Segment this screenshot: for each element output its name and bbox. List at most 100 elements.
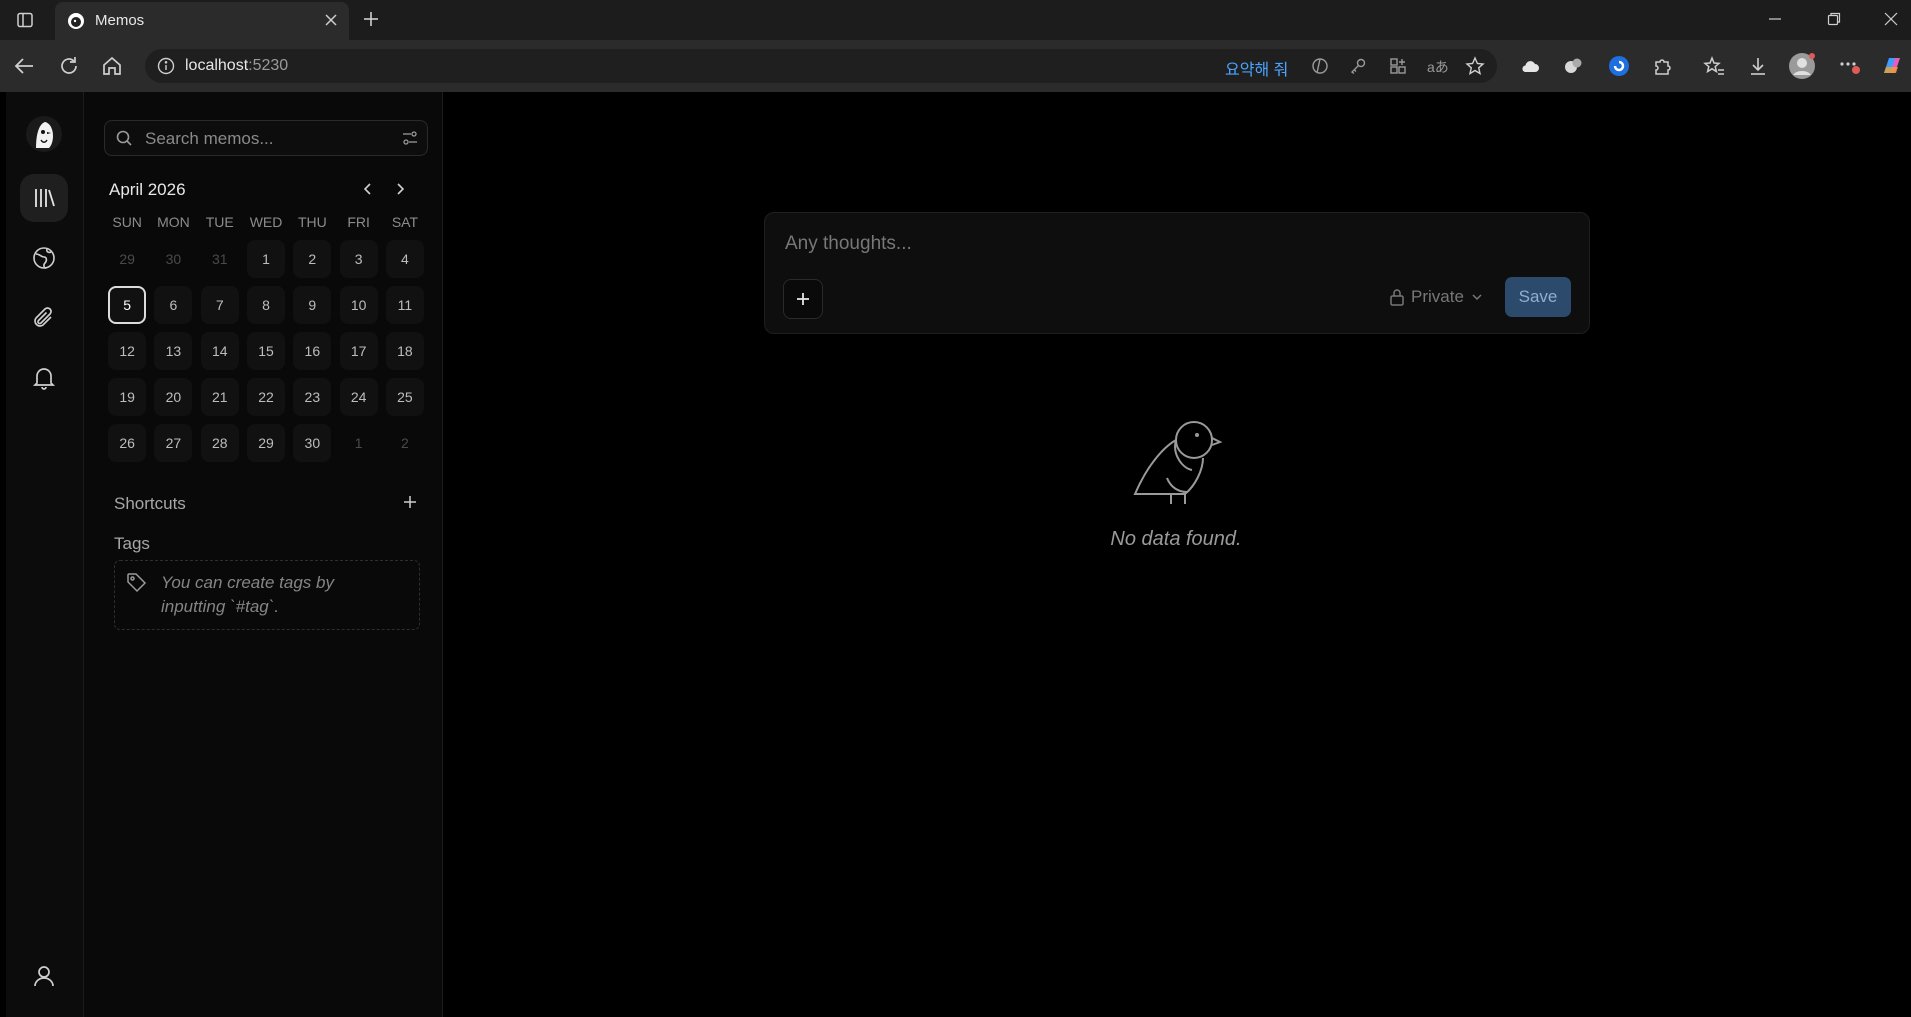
calendar-day[interactable]: 4 [382, 236, 428, 282]
calendar-day-number: 27 [154, 424, 193, 462]
calendar-week-row: 29 30 31 1 2 3 4 [104, 236, 428, 282]
downloads-icon[interactable] [1747, 55, 1769, 77]
nav-resources[interactable] [20, 294, 68, 342]
tags-heading: Tags [114, 534, 150, 553]
new-tab-icon[interactable] [362, 10, 380, 28]
url-text[interactable]: localhost:5230 [185, 57, 288, 75]
profile-avatar-icon[interactable] [1788, 52, 1816, 80]
browser-tab-bar: Memos [0, 0, 1911, 40]
calendar-week-row: 12 13 14 15 16 17 18 [104, 328, 428, 374]
calendar-day[interactable]: 20 [150, 374, 196, 420]
apps-icon[interactable] [1389, 57, 1407, 75]
calendar-day-number: 29 [119, 251, 135, 267]
nav-notifications[interactable] [20, 354, 68, 402]
search-input[interactable]: Search memos... [104, 120, 428, 156]
calendar-day[interactable]: 14 [197, 328, 243, 374]
cloud-icon[interactable] [1520, 57, 1540, 75]
calendar-day: 29 [104, 236, 150, 282]
save-button[interactable]: Save [1505, 277, 1571, 317]
calendar-day-number: 20 [154, 378, 193, 416]
calendar-day-number: 8 [247, 286, 286, 324]
calendar-day[interactable]: 23 [289, 374, 335, 420]
calendar-day[interactable]: 28 [197, 420, 243, 466]
calendar-day-number: 4 [385, 240, 424, 278]
summarize-button[interactable]: 요약해 줘 [1225, 56, 1288, 80]
favorites-icon[interactable] [1703, 55, 1725, 77]
nav-explore[interactable] [20, 234, 68, 282]
calendar-day[interactable]: 1 [243, 236, 289, 282]
translate-icon[interactable]: aあ [1427, 57, 1449, 77]
search-icon [115, 129, 133, 147]
home-icon[interactable] [101, 55, 123, 77]
calendar-day[interactable]: 19 [104, 374, 150, 420]
prev-month-icon[interactable] [360, 180, 376, 198]
calendar-day[interactable]: 5 [104, 282, 150, 328]
performance-icon[interactable] [1311, 57, 1329, 75]
refresh-icon[interactable] [58, 55, 80, 77]
calendar-day-number: 18 [385, 332, 424, 370]
calendar-day[interactable]: 8 [243, 282, 289, 328]
calendar-day-number: 19 [108, 378, 147, 416]
calendar-day[interactable]: 10 [335, 282, 381, 328]
nav-home-memos[interactable] [20, 174, 68, 222]
key-icon[interactable] [1349, 57, 1367, 75]
add-attachment-button[interactable] [783, 279, 823, 319]
calendar-weekday-header: SUN MON TUE WED THU FRI SAT [104, 214, 428, 236]
filter-options-icon[interactable] [401, 130, 419, 146]
memos-logo-icon[interactable] [24, 112, 64, 156]
calendar-day[interactable]: 15 [243, 328, 289, 374]
nav-user-profile[interactable] [20, 952, 68, 1000]
memo-editor: Any thoughts... Private Save [764, 212, 1590, 334]
calendar-day[interactable]: 17 [335, 328, 381, 374]
calendar-day[interactable]: 13 [150, 328, 196, 374]
calendar-day[interactable]: 12 [104, 328, 150, 374]
calendar-day[interactable]: 16 [289, 328, 335, 374]
edge-extension-icon[interactable] [1608, 55, 1630, 77]
user-icon [31, 963, 57, 989]
calendar-day[interactable]: 9 [289, 282, 335, 328]
calendar-day[interactable]: 2 [289, 236, 335, 282]
calendar-day[interactable]: 3 [335, 236, 381, 282]
calendar-day[interactable]: 18 [382, 328, 428, 374]
calendar-week-row: 5 6 7 8 9 10 11 [104, 282, 428, 328]
close-tab-icon[interactable] [323, 12, 339, 28]
calendar-day[interactable]: 21 [197, 374, 243, 420]
next-month-icon[interactable] [392, 180, 408, 198]
calendar-day[interactable]: 6 [150, 282, 196, 328]
address-bar[interactable]: localhost:5230 요약해 줘 aあ [145, 49, 1497, 83]
copilot-icon[interactable] [1880, 55, 1904, 77]
chevron-down-icon [1470, 290, 1484, 304]
sidebar: Search memos... April 2026 SUN MON TUE W… [84, 92, 443, 1017]
browser-tab[interactable]: Memos [55, 2, 349, 40]
calendar-day[interactable]: 24 [335, 374, 381, 420]
calendar-day[interactable]: 30 [289, 420, 335, 466]
site-info-icon[interactable] [157, 57, 175, 75]
visibility-selector[interactable]: Private [1389, 287, 1484, 307]
search-placeholder: Search memos... [145, 129, 274, 148]
extensions-puzzle-icon[interactable] [1652, 55, 1674, 77]
calendar-day[interactable]: 26 [104, 420, 150, 466]
calendar-day-number: 29 [247, 424, 286, 462]
calendar-day[interactable]: 22 [243, 374, 289, 420]
minimize-icon[interactable] [1768, 12, 1782, 26]
calendar-day[interactable]: 7 [197, 282, 243, 328]
weekday-label: SUN [112, 214, 142, 230]
calendar-day-number: 30 [293, 424, 332, 462]
restore-icon[interactable] [1827, 12, 1841, 26]
calendar-day-number: 2 [293, 240, 332, 278]
plus-icon [795, 291, 811, 307]
calendar-day-number: 5 [108, 286, 147, 324]
calendar-day[interactable]: 29 [243, 420, 289, 466]
calendar-day[interactable]: 25 [382, 374, 428, 420]
close-window-icon[interactable] [1884, 12, 1898, 26]
back-icon[interactable] [13, 56, 35, 76]
calendar-day[interactable]: 11 [382, 282, 428, 328]
more-options-icon[interactable] [1838, 54, 1862, 76]
add-shortcut-icon[interactable] [402, 494, 418, 510]
globe-icon [31, 245, 57, 271]
favorite-star-icon[interactable] [1465, 56, 1485, 76]
calendar-day[interactable]: 27 [150, 420, 196, 466]
memo-input[interactable]: Any thoughts... [785, 233, 912, 255]
tab-actions-icon[interactable] [16, 11, 34, 29]
extension-bubble-icon[interactable] [1563, 56, 1583, 76]
